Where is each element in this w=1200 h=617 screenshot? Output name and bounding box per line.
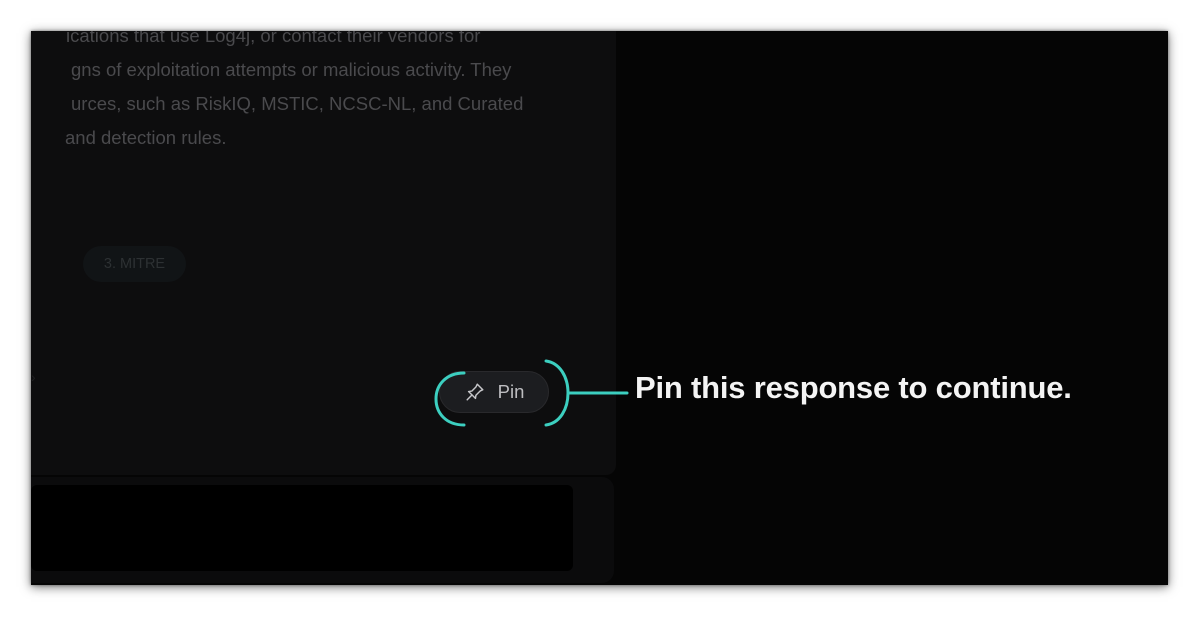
callout-text: Pin this response to continue. bbox=[635, 370, 1072, 405]
faint-footer-mark: › bbox=[31, 369, 36, 385]
response-line: urces, such as RiskIQ, MSTIC, NCSC-NL, a… bbox=[71, 93, 524, 114]
response-line: and detection rules. bbox=[65, 127, 227, 148]
response-line: ications that use Log4j, or contact thei… bbox=[66, 31, 481, 46]
reference-chip[interactable]: 3. MITRE bbox=[83, 246, 186, 282]
app-frame: ications that use Log4j, or contact thei… bbox=[31, 31, 1168, 585]
prompt-input[interactable] bbox=[31, 485, 573, 571]
prompt-area bbox=[31, 477, 614, 583]
callout-bracket bbox=[434, 359, 629, 427]
response-line: gns of exploitation attempts or maliciou… bbox=[71, 59, 512, 80]
response-text: ications that use Log4j, or contact thei… bbox=[31, 31, 571, 155]
